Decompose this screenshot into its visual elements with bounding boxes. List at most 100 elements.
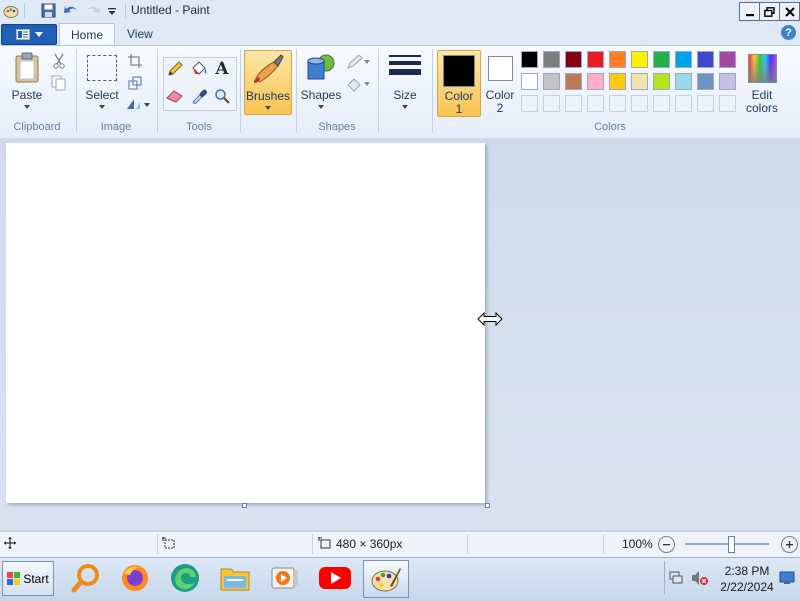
- customize-quick-access-icon[interactable]: [103, 2, 121, 19]
- edit-colors-label: Edit: [751, 88, 773, 102]
- custom-color-slot[interactable]: [587, 95, 604, 112]
- show-desktop-icon[interactable]: [779, 570, 795, 589]
- shapes-button[interactable]: Shapes: [300, 50, 342, 114]
- firefox-icon[interactable]: [116, 560, 154, 596]
- tab-view[interactable]: View: [116, 23, 164, 45]
- clipboard-icon: [15, 52, 39, 83]
- palette-swatch[interactable]: [543, 51, 560, 68]
- palette-swatch[interactable]: [675, 51, 692, 68]
- paint-taskbar-button[interactable]: [363, 560, 409, 598]
- fill-bucket-icon[interactable]: [189, 59, 209, 79]
- palette-swatch[interactable]: [675, 73, 692, 90]
- custom-color-slot[interactable]: [719, 95, 736, 112]
- color-palette: [521, 51, 743, 117]
- palette-swatch[interactable]: [609, 51, 626, 68]
- drawing-canvas[interactable]: [6, 143, 485, 503]
- custom-color-slot[interactable]: [697, 95, 714, 112]
- zoom-out-button[interactable]: [658, 536, 675, 553]
- palette-swatch[interactable]: [543, 73, 560, 90]
- undo-icon[interactable]: [62, 2, 80, 19]
- canvas-resize-handle-corner[interactable]: [485, 503, 490, 508]
- palette-swatch[interactable]: [653, 51, 670, 68]
- search-app-icon[interactable]: [67, 560, 105, 596]
- pencil-icon[interactable]: [165, 59, 185, 79]
- resize-cursor-icon: [477, 311, 503, 329]
- text-tool-icon[interactable]: A: [212, 59, 232, 79]
- canvas-resize-handle-bottom[interactable]: [242, 503, 247, 508]
- copy-icon[interactable]: [49, 73, 69, 93]
- brush-icon: [254, 54, 284, 83]
- edit-colors-button[interactable]: Edit colors: [744, 50, 780, 115]
- palette-swatch[interactable]: [609, 73, 626, 90]
- save-icon[interactable]: [39, 2, 57, 19]
- color1-swatch: [443, 55, 475, 87]
- divider: [76, 49, 77, 133]
- crop-icon[interactable]: [125, 51, 145, 71]
- color2-number: 2: [496, 101, 504, 115]
- image-size-text: 480 × 360px: [336, 537, 403, 551]
- color1-button[interactable]: Color 1: [437, 50, 481, 117]
- minimize-button[interactable]: [739, 2, 760, 21]
- paste-label: Paste: [11, 88, 43, 102]
- color1-label: Color: [444, 89, 474, 103]
- select-label: Select: [85, 88, 119, 102]
- palette-swatch[interactable]: [521, 51, 538, 68]
- palette-swatch[interactable]: [565, 51, 582, 68]
- color2-button[interactable]: Color 2: [481, 50, 519, 115]
- palette-swatch[interactable]: [631, 73, 648, 90]
- file-explorer-icon[interactable]: [216, 560, 254, 596]
- resize-icon[interactable]: [125, 73, 145, 93]
- palette-swatch[interactable]: [719, 51, 736, 68]
- chevron-down-icon: [402, 105, 408, 109]
- palette-swatch[interactable]: [587, 73, 604, 90]
- custom-color-slot[interactable]: [565, 95, 582, 112]
- edge-browser-icon[interactable]: [166, 560, 204, 596]
- palette-swatch[interactable]: [719, 73, 736, 90]
- color-picker-icon[interactable]: [189, 86, 209, 106]
- paint-menu-button[interactable]: [1, 24, 57, 45]
- eraser-icon[interactable]: [165, 86, 185, 106]
- select-button[interactable]: Select: [82, 50, 122, 114]
- tab-home[interactable]: Home: [59, 23, 116, 46]
- palette-swatch[interactable]: [521, 73, 538, 90]
- custom-color-slot[interactable]: [521, 95, 538, 112]
- custom-color-slot[interactable]: [653, 95, 670, 112]
- divider: [432, 49, 433, 133]
- rotate-icon[interactable]: [125, 94, 151, 114]
- palette-swatch[interactable]: [653, 73, 670, 90]
- network-icon[interactable]: [669, 570, 685, 589]
- custom-color-slot[interactable]: [675, 95, 692, 112]
- outline-icon[interactable]: [345, 52, 371, 72]
- zoom-slider[interactable]: [685, 543, 769, 545]
- volume-muted-icon[interactable]: [691, 570, 709, 589]
- size-button[interactable]: Size: [384, 50, 426, 114]
- divider: [240, 49, 241, 133]
- paint-app-icon[interactable]: [2, 2, 20, 19]
- redo-icon[interactable]: [84, 2, 102, 19]
- brushes-label: Brushes: [245, 89, 291, 103]
- custom-color-slot[interactable]: [631, 95, 648, 112]
- media-player-icon[interactable]: [266, 560, 304, 596]
- custom-color-slot[interactable]: [609, 95, 626, 112]
- taskbar-clock[interactable]: 2:38 PM 2/22/2024: [712, 563, 782, 595]
- paste-button[interactable]: Paste: [8, 50, 46, 114]
- cut-icon[interactable]: [49, 51, 69, 71]
- zoom-slider-thumb[interactable]: [728, 536, 735, 553]
- start-button[interactable]: Start: [2, 561, 54, 596]
- help-icon[interactable]: ?: [781, 25, 796, 40]
- magnifier-icon[interactable]: [212, 86, 232, 106]
- fill-icon[interactable]: [345, 74, 371, 94]
- brushes-button[interactable]: Brushes: [244, 50, 292, 115]
- size-line-icon: [389, 61, 421, 65]
- palette-swatch[interactable]: [631, 51, 648, 68]
- restore-button[interactable]: [759, 2, 780, 21]
- youtube-icon[interactable]: [316, 560, 354, 596]
- custom-color-slot[interactable]: [543, 95, 560, 112]
- palette-swatch[interactable]: [697, 51, 714, 68]
- palette-swatch[interactable]: [697, 73, 714, 90]
- palette-swatch[interactable]: [565, 73, 582, 90]
- palette-swatch[interactable]: [587, 51, 604, 68]
- zoom-in-button[interactable]: [781, 536, 798, 553]
- close-button[interactable]: [779, 2, 800, 21]
- edit-colors-label-2: colors: [745, 101, 778, 115]
